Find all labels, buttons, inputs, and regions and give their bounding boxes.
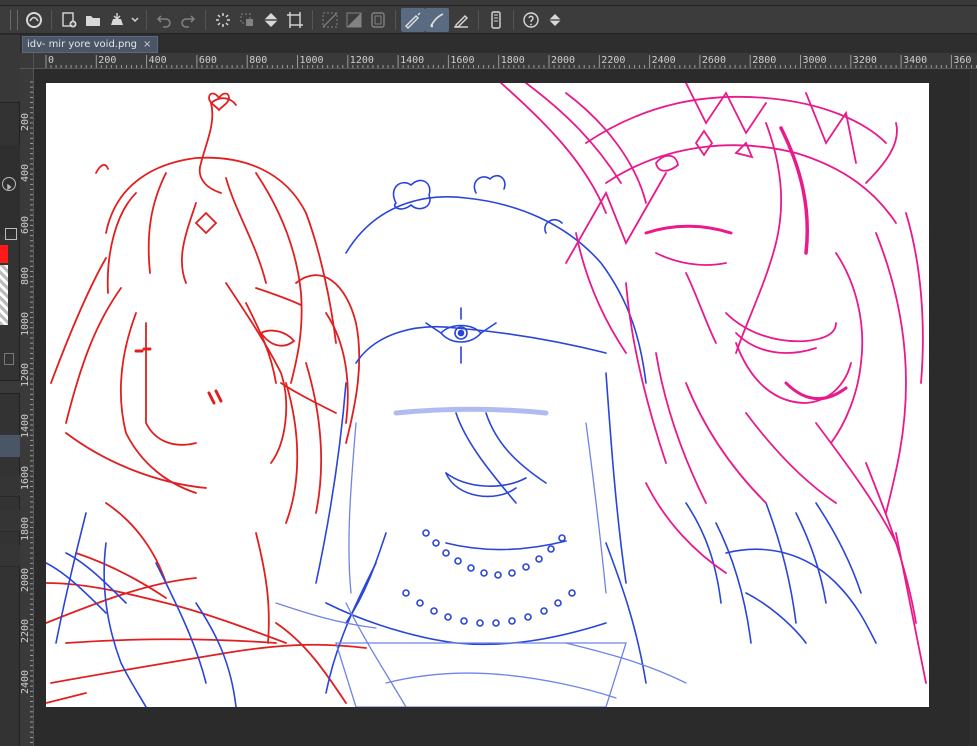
frame-icon[interactable] [366, 8, 390, 32]
ruler-label: 800 [20, 266, 31, 285]
canvas-viewport[interactable] [35, 70, 977, 746]
layer-import-icon[interactable] [5, 228, 17, 240]
ruler-label: 2600 [701, 55, 726, 66]
ruler-label: 800 [249, 55, 268, 66]
ruler-label: 1200 [349, 55, 374, 66]
chevron-down-icon[interactable] [129, 8, 141, 32]
tone-icon[interactable] [342, 8, 366, 32]
sketch-artwork [46, 83, 927, 707]
close-icon[interactable]: × [143, 39, 151, 50]
ruler-label: 2000 [551, 55, 576, 66]
ruler-label: 1600 [20, 465, 31, 490]
ruler-label: 2200 [20, 619, 31, 644]
blue-character-sketch [46, 174, 877, 707]
layer-row[interactable] [0, 545, 20, 567]
ruler-label: 3200 [852, 55, 877, 66]
paint-app-window: idv- mir yore void.png × 0 200 400 600 800 10… [0, 0, 977, 746]
loading-icon[interactable] [211, 8, 235, 32]
ruler-label: 1000 [299, 55, 324, 66]
layer-row[interactable] [0, 475, 20, 497]
document-tab-title: idv- mir yore void.png [27, 39, 138, 50]
blue-lightblue-sketch [275, 406, 687, 707]
ruler-label: 400 [148, 55, 167, 66]
ruler-label: 200 [20, 113, 31, 132]
layer-row[interactable] [0, 510, 20, 532]
ruler-label: 360 [953, 55, 972, 66]
ruler-label: 2200 [601, 55, 626, 66]
ruler-label: 1200 [20, 363, 31, 388]
ruler-label: 2000 [20, 567, 31, 592]
ruler-label: 0 [48, 55, 55, 66]
app-logo-icon[interactable] [22, 8, 46, 32]
grid-off-icon[interactable] [318, 8, 342, 32]
document-tab-bar: idv- mir yore void.png × [20, 35, 977, 53]
ruler-label: 1800 [20, 516, 31, 541]
eraser-pen-icon[interactable] [449, 8, 473, 32]
drawing-canvas[interactable] [46, 83, 929, 707]
ruler-label: 2400 [651, 55, 676, 66]
save-icon[interactable] [105, 8, 129, 32]
pink-character-sketch [500, 83, 927, 684]
redo-icon[interactable] [176, 8, 200, 32]
ruler-corner [20, 53, 34, 69]
vertical-scrollbar[interactable] [969, 70, 977, 746]
command-bar [0, 6, 977, 34]
ruler-label: 1600 [450, 55, 475, 66]
brush-active-icon[interactable] [425, 7, 449, 32]
toolbar-separator [478, 9, 479, 30]
toolbar-grip[interactable] [10, 9, 18, 30]
main-color-swatch[interactable] [0, 245, 8, 263]
color-fill-icon[interactable] [543, 8, 567, 32]
ruler-label: 600 [198, 55, 217, 66]
open-folder-icon[interactable] [81, 8, 105, 32]
vertical-ruler: 200 400 600 800 1000 1200 1400 1600 1800 2000 2200… [20, 69, 34, 746]
transform-icon[interactable] [283, 8, 307, 32]
ruler-label: 1800 [500, 55, 525, 66]
sub-color-swatch[interactable] [0, 265, 8, 325]
red-character-sketch [46, 92, 367, 704]
ruler-label: 600 [20, 215, 31, 234]
deselect-icon[interactable] [235, 8, 259, 32]
selected-layer-row[interactable] [0, 435, 20, 457]
toolbar-separator [205, 9, 206, 30]
ruler-label: 200 [98, 55, 117, 66]
ruler-label: 2400 [20, 670, 31, 695]
toolbar-separator [312, 9, 313, 30]
ruler-label: 400 [20, 164, 31, 183]
ruler-label: 1000 [20, 311, 31, 336]
ruler-label: 3000 [802, 55, 827, 66]
toolbar-separator [146, 9, 147, 30]
trash-icon[interactable] [4, 353, 14, 365]
ruler-label: 1400 [400, 55, 425, 66]
ruler-label: 3400 [903, 55, 928, 66]
toolbar-separator [51, 9, 52, 30]
fill-icon[interactable] [259, 8, 283, 32]
ruler-label: 1400 [20, 414, 31, 439]
panel-block [0, 35, 20, 103]
help-icon[interactable] [519, 8, 543, 32]
toolbar-separator [395, 9, 396, 30]
device-icon[interactable] [484, 8, 508, 32]
horizontal-ruler: 0 200 400 600 800 1000 1200 1400 1600 1800 2000 220… [34, 53, 977, 69]
ruler-label: 2800 [752, 55, 777, 66]
toolbar-separator [513, 9, 514, 30]
undo-icon[interactable] [152, 8, 176, 32]
panel-divider [0, 380, 20, 394]
left-panel-strip [0, 35, 20, 746]
new-canvas-icon[interactable] [57, 8, 81, 32]
play-icon[interactable] [2, 177, 16, 191]
tab-document[interactable]: idv- mir yore void.png × [22, 36, 159, 53]
pen-active-icon[interactable] [401, 7, 425, 32]
